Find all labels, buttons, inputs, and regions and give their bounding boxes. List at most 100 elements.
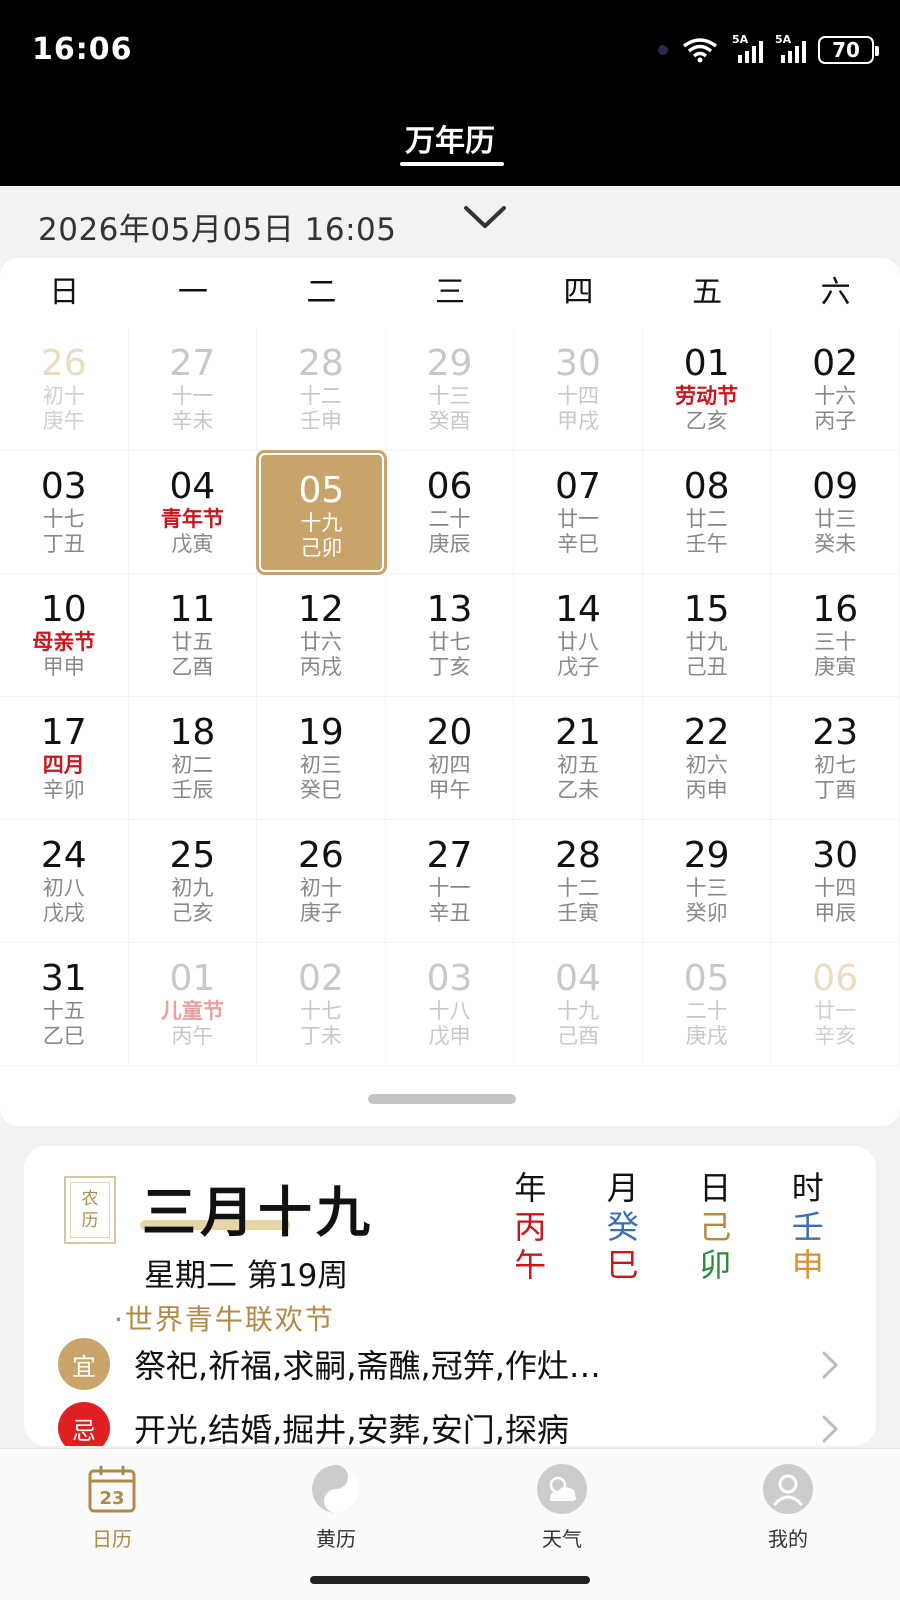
tab-calendar[interactable]: 23 日历 (52, 1463, 172, 1552)
app-title[interactable]: 万年历 (0, 116, 900, 160)
calendar-day[interactable]: 13 廿七 丁亥 (385, 574, 515, 697)
day-lunar: 三十 (814, 630, 857, 654)
chevron-down-icon[interactable] (460, 202, 510, 232)
calendar-day[interactable]: 08 廿二 壬午 (642, 451, 772, 574)
ji-row[interactable]: 忌 开光,结婚,掘井,安葬,安门,探病 (58, 1398, 868, 1446)
day-ganzhi: 丁丑 (42, 532, 85, 556)
day-lunar: 廿二 (685, 507, 728, 531)
weekday-label: 三 (434, 275, 465, 310)
tab-label: 天气 (542, 1527, 582, 1551)
day-detail-card[interactable]: 农 历 三月十九 星期二 第19周 ·世界青牛联欢节 年丙午月癸巳日己卯时壬申 … (24, 1146, 876, 1446)
day-festival: 四月 (42, 753, 85, 777)
day-number: 27 (426, 835, 473, 876)
calendar-day-selected[interactable]: 05 十九 己卯 (256, 450, 387, 575)
drag-handle[interactable] (368, 1094, 516, 1104)
yi-row[interactable]: 宜 祭祀,祈福,求嗣,斋醮,冠笄,作灶… (58, 1334, 868, 1394)
ganzhi-column: 时壬申 (762, 1168, 855, 1284)
calendar-day[interactable]: 01 劳动节 乙亥 (642, 328, 772, 451)
calendar-day[interactable]: 27 十一 辛丑 (385, 820, 515, 943)
calendar-day[interactable]: 18 初二 壬辰 (128, 697, 258, 820)
day-lunar: 十三 (428, 384, 471, 408)
day-ganzhi: 己丑 (685, 655, 728, 679)
tab-almanac[interactable]: 黄历 (276, 1463, 396, 1552)
calendar-day[interactable]: 30 十四 甲戌 (514, 328, 643, 451)
calendar-day[interactable]: 12 廿六 丙戌 (257, 574, 386, 697)
calendar-day[interactable]: 28 十二 壬申 (257, 328, 386, 451)
day-lunar: 十四 (557, 384, 600, 408)
chevron-right-icon[interactable] (820, 1414, 840, 1444)
calendar-day[interactable]: 03 十八 戊申 (385, 943, 515, 1066)
day-number: 01 (169, 958, 216, 999)
calendar-day[interactable]: 02 十七 丁未 (257, 943, 386, 1066)
day-lunar: 初五 (557, 753, 600, 777)
day-ganzhi: 戊申 (428, 1024, 471, 1048)
calendar-day[interactable]: 21 初五 乙未 (514, 697, 643, 820)
calendar-day[interactable]: 14 廿八 戊子 (514, 574, 643, 697)
calendar-day[interactable]: 30 十四 甲辰 (771, 820, 900, 943)
signal-icon: 5A (775, 33, 806, 63)
calendar-day[interactable]: 22 初六 丙申 (642, 697, 772, 820)
chevron-right-icon[interactable] (820, 1350, 840, 1380)
calendar-day[interactable]: 05 二十 庚戌 (642, 943, 772, 1066)
calendar-day[interactable]: 29 十三 癸卯 (642, 820, 772, 943)
ganzhi-stem: 癸 (606, 1208, 639, 1246)
tab-profile[interactable]: 我的 (728, 1463, 848, 1552)
day-number: 10 (40, 589, 87, 630)
profile-icon (762, 1463, 814, 1515)
weekday-label: 六 (820, 275, 851, 310)
calendar-day[interactable]: 04 青年节 戊寅 (128, 451, 258, 574)
wifi-icon (682, 38, 718, 63)
calendar-day[interactable]: 29 十三 癸酉 (385, 328, 515, 451)
tab-weather[interactable]: 天气 (502, 1463, 622, 1552)
calendar-day[interactable]: 24 初八 戊戌 (0, 820, 129, 943)
calendar-day[interactable]: 31 十五 乙巳 (0, 943, 129, 1066)
day-number: 05 (683, 958, 730, 999)
calendar-day[interactable]: 04 十九 己酉 (514, 943, 643, 1066)
calendar-day[interactable]: 15 廿九 己丑 (642, 574, 772, 697)
tab-label: 我的 (768, 1527, 808, 1551)
calendar-day[interactable]: 27 十一 辛未 (128, 328, 258, 451)
calendar-day[interactable]: 01 儿童节 丙午 (128, 943, 258, 1066)
day-ganzhi: 庚子 (299, 901, 342, 925)
calendar-day[interactable]: 06 二十 庚辰 (385, 451, 515, 574)
calendar-day[interactable]: 06 廿一 辛亥 (771, 943, 900, 1066)
badge-char: 农 (81, 1189, 99, 1209)
calendar-day[interactable]: 28 十二 壬寅 (514, 820, 643, 943)
day-ganzhi: 丙午 (171, 1024, 214, 1048)
calendar-day[interactable]: 26 初十 庚子 (257, 820, 386, 943)
day-ganzhi: 丁未 (299, 1024, 342, 1048)
day-ganzhi: 甲午 (428, 778, 471, 802)
day-lunar: 初四 (428, 753, 471, 777)
calendar-day[interactable]: 09 廿三 癸未 (771, 451, 900, 574)
calendar-day[interactable]: 02 十六 丙子 (771, 328, 900, 451)
day-number: 06 (812, 958, 859, 999)
calendar-day[interactable]: 10 母亲节 甲申 (0, 574, 129, 697)
ganzhi-branch: 巳 (606, 1246, 639, 1284)
day-ganzhi: 乙酉 (171, 655, 214, 679)
camera-dot (658, 45, 668, 55)
tab-label: 黄历 (316, 1527, 356, 1551)
date-selector[interactable]: 2026年05月05日 16:05 (0, 186, 900, 256)
calendar-day[interactable]: 23 初七 丁酉 (771, 697, 900, 820)
calendar-day[interactable]: 26 初十 庚午 (0, 328, 129, 451)
ji-tag: 忌 (58, 1402, 110, 1446)
day-ganzhi: 辛丑 (428, 901, 471, 925)
day-number: 01 (683, 343, 730, 384)
calendar-day[interactable]: 16 三十 庚寅 (771, 574, 900, 697)
ganzhi-header: 年 (514, 1169, 547, 1207)
day-number: 03 (40, 466, 87, 507)
calendar-day[interactable]: 19 初三 癸巳 (257, 697, 386, 820)
current-datetime[interactable]: 2026年05月05日 16:05 (38, 204, 396, 249)
calendar-day[interactable]: 25 初九 己亥 (128, 820, 258, 943)
calendar-day[interactable]: 07 廿一 辛巳 (514, 451, 643, 574)
calendar-day[interactable]: 03 十七 丁丑 (0, 451, 129, 574)
calendar-day[interactable]: 17 四月 辛卯 (0, 697, 129, 820)
home-indicator[interactable] (310, 1576, 590, 1584)
calendar-day[interactable]: 11 廿五 乙酉 (128, 574, 258, 697)
ganzhi-branch: 申 (791, 1246, 824, 1284)
ganzhi-table: 年丙午月癸巳日己卯时壬申 (484, 1168, 854, 1284)
weekday-label: 一 (177, 275, 208, 310)
calendar-icon: 23 (86, 1463, 138, 1515)
calendar-day[interactable]: 20 初四 甲午 (385, 697, 515, 820)
day-ganzhi: 乙巳 (42, 1024, 85, 1048)
